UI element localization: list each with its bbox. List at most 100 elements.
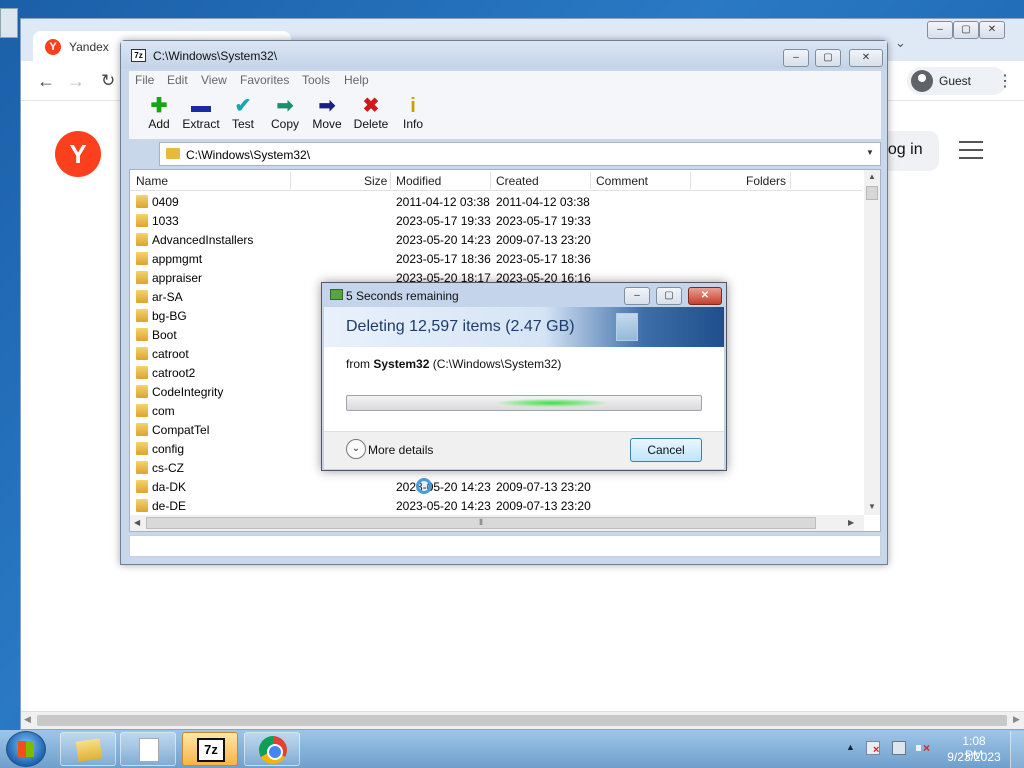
arrow-right-icon: ➡ [276,95,294,117]
7zip-window-title: C:\Windows\System32\ [153,49,278,63]
reload-icon[interactable]: ↻ [101,71,115,91]
toolbar-add-button[interactable]: ✚ Add [137,95,181,135]
menu-favorites[interactable]: Favorites [240,73,289,87]
delete-progress-dialog: 5 Seconds remaining – ▢ ✕ Deleting 12,59… [321,282,727,471]
folder-icon [136,214,148,227]
taskbar-browser-button[interactable] [244,732,300,766]
dialog-close-button[interactable]: ✕ [688,287,722,305]
chevron-down-icon[interactable]: ⌄ [346,439,366,459]
folder-icon [136,328,148,341]
hamburger-menu-icon[interactable] [959,141,983,159]
taskbar-notepad-button[interactable] [120,732,176,766]
table-row[interactable]: appmgmt 2023-05-17 18:36 2023-05-17 18:36 [130,249,862,268]
tab-search-chevron-icon[interactable]: ⌄ [895,35,906,51]
tray-expand-icon[interactable]: ▲ [846,742,855,752]
toolbar-test-button[interactable]: ✔ Test [221,95,265,135]
chevron-down-icon[interactable]: ▼ [866,148,874,157]
address-bar[interactable]: C:\Windows\System32\ ▼ [159,142,881,166]
file-list-vertical-scrollbar[interactable]: ▲ ▼ [864,170,880,515]
forward-arrow-icon[interactable]: → [67,71,85,92]
taskbar-7zip-button[interactable]: 7z [182,732,238,766]
file-name: 1033 [152,214,179,228]
toolbar-label: Add [148,117,170,131]
scroll-thumb[interactable] [37,715,1007,726]
column-header-comment[interactable]: Comment [596,174,648,188]
yandex-logo[interactable]: Y [55,131,101,177]
column-header-folders[interactable]: Folders [746,174,786,188]
7zip-menubar: File Edit View Favorites Tools Help [129,71,881,91]
file-list-horizontal-scrollbar[interactable]: ◀ ⦀ ▶ [130,515,864,531]
clock-date[interactable]: 9/23/2023 [946,750,1002,764]
table-row[interactable]: AdvancedInstallers 2023-05-20 14:23 2009-0… [130,230,862,249]
folder-icon [136,252,148,265]
browser-maximize-button[interactable]: ▢ [953,21,979,39]
desktop-icon[interactable] [0,8,18,38]
folder-icon [136,423,148,436]
plus-icon: ✚ [150,95,168,117]
folder-icon [75,738,103,762]
folder-icon [136,290,148,303]
action-center-icon[interactable] [866,741,880,756]
arrow-right-icon: ➡ [318,95,336,117]
toolbar-label: Delete [353,117,389,131]
profile-button[interactable]: Guest [907,67,1007,95]
more-details-toggle[interactable]: More details [368,443,433,457]
scroll-left-icon[interactable]: ◀ [24,714,31,725]
folder-icon [136,499,148,512]
menu-view[interactable]: View [201,73,227,87]
7zip-minimize-button[interactable]: – [783,49,809,67]
status-bar [129,535,881,557]
toolbar-info-button[interactable]: i Info [391,95,435,135]
scroll-right-icon[interactable]: ▶ [1013,714,1020,725]
toolbar-copy-button[interactable]: ➡ Copy [263,95,307,135]
folder-icon [136,233,148,246]
menu-edit[interactable]: Edit [167,73,188,87]
network-icon[interactable] [892,741,906,755]
file-created: 2023-05-17 18:36 [496,252,591,266]
menu-file[interactable]: File [135,73,154,87]
dialog-footer: ⌄ More details Cancel [324,431,724,469]
toolbar-move-button[interactable]: ➡ Move [305,95,349,135]
file-created: 2009-07-13 23:20 [496,499,591,513]
column-header-size[interactable]: Size [364,174,387,188]
source-folder-name: System32 [373,357,430,371]
browser-minimize-button[interactable]: – [927,21,953,39]
column-header-created[interactable]: Created [496,174,539,188]
back-arrow-icon[interactable]: ← [37,71,55,92]
file-name: Boot [152,328,177,342]
start-button[interactable] [6,731,46,767]
menu-tools[interactable]: Tools [302,73,330,87]
show-desktop-button[interactable] [1010,731,1024,768]
cancel-button[interactable]: Cancel [630,438,702,462]
folder-icon [136,271,148,284]
table-row[interactable]: de-DE 2023-05-20 14:23 2009-07-13 23:20 [130,496,862,515]
scroll-thumb[interactable]: ⦀ [146,517,816,529]
table-row[interactable]: 0409 2011-04-12 03:38 2011-04-12 03:38 [130,192,862,211]
browser-close-button[interactable]: ✕ [979,21,1005,39]
scroll-up-icon[interactable]: ▲ [868,172,876,181]
column-header-modified[interactable]: Modified [396,174,441,188]
folder-icon [136,442,148,455]
dialog-minimize-button[interactable]: – [624,287,650,305]
7zip-maximize-button[interactable]: ▢ [815,49,841,67]
dialog-maximize-button[interactable]: ▢ [656,287,682,305]
more-menu-icon[interactable]: ⋮ [997,71,1013,91]
scroll-right-icon[interactable]: ▶ [848,518,854,527]
browser-horizontal-scrollbar[interactable]: ◀ ▶ [21,711,1024,729]
toolbar-extract-button[interactable]: ▬ Extract [179,95,223,135]
volume-muted-icon[interactable] [916,741,930,755]
taskbar-explorer-button[interactable] [60,732,116,766]
menu-help[interactable]: Help [344,73,369,87]
7zip-titlebar[interactable]: 7z C:\Windows\System32\ [121,41,887,69]
column-header-name[interactable]: Name [136,174,168,188]
toolbar-delete-button[interactable]: ✖ Delete [349,95,393,135]
table-row[interactable]: 1033 2023-05-17 19:33 2023-05-17 19:33 [130,211,862,230]
folder-icon [136,195,148,208]
scroll-down-icon[interactable]: ▼ [868,502,876,511]
table-row[interactable]: da-DK 2023-05-20 14:23 2009-07-13 23:20 [130,477,862,496]
scroll-thumb[interactable] [866,186,878,200]
7zip-close-button[interactable]: ✕ [849,49,883,67]
page-icon [616,313,638,341]
file-name: bg-BG [152,309,187,323]
scroll-left-icon[interactable]: ◀ [134,518,140,527]
